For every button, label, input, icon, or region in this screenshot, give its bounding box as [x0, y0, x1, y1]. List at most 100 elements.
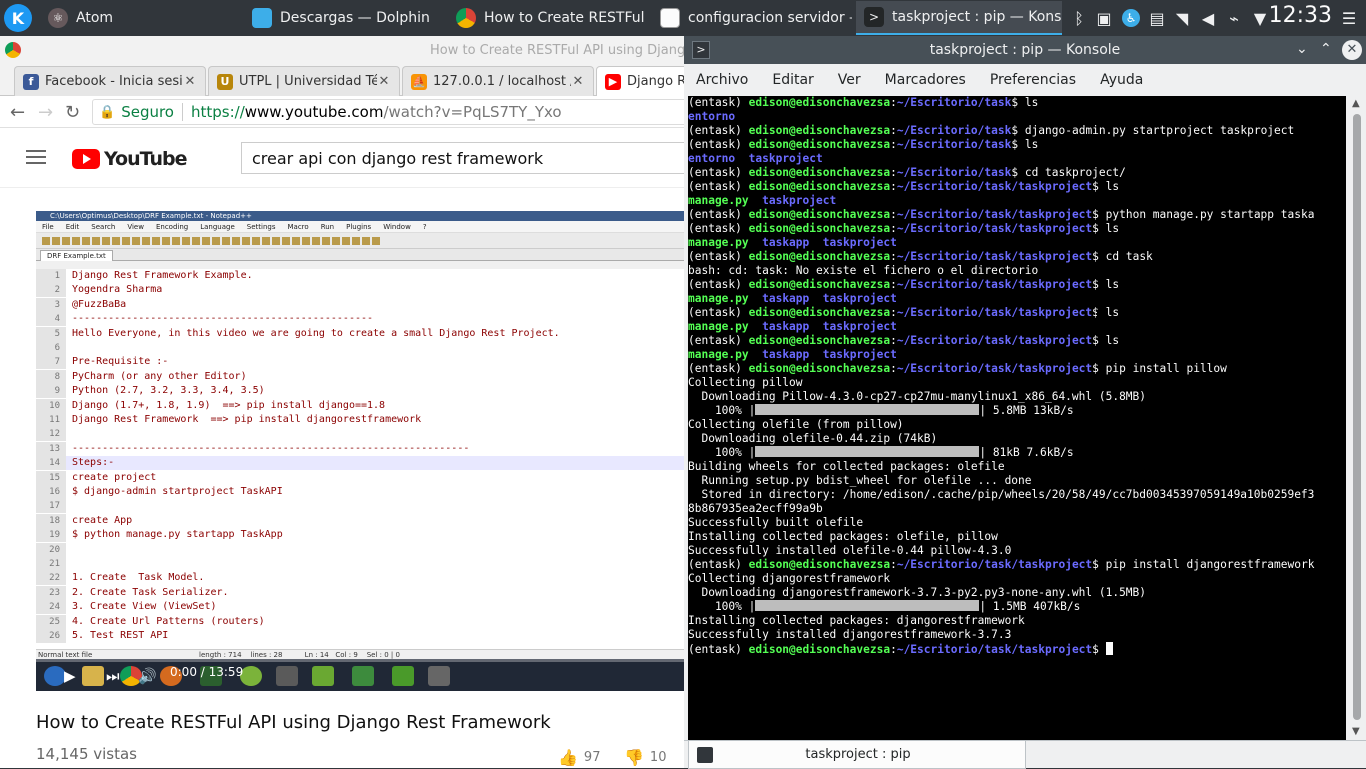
output-text: Downloading olefile-0.44.zip (74kB): [688, 432, 938, 445]
menu-item[interactable]: Archivo: [684, 72, 760, 88]
reload-icon[interactable]: ↻: [65, 102, 80, 123]
output-text: Installing collected packages: olefile, …: [688, 530, 998, 543]
npp-tab: DRF Example.txt: [40, 250, 113, 261]
clock[interactable]: 12:33: [1269, 3, 1332, 28]
close-icon[interactable]: ✕: [183, 74, 197, 89]
address-bar[interactable]: 🔒 Seguro https://www.youtube.com/watch?v…: [92, 99, 684, 125]
terminal-line: manage.py taskapp taskproject: [688, 292, 897, 306]
atom-icon: ⚛: [48, 8, 68, 28]
task-dolphin[interactable]: Descargas — Dolphin: [244, 1, 444, 35]
line-text: Python (2.7, 3.2, 3.3, 3.4, 3.5): [72, 385, 265, 397]
progress-bar: [755, 404, 980, 415]
line-text: PyCharm (or any other Editor): [72, 370, 247, 382]
task-atom[interactable]: ⚛ Atom: [40, 1, 240, 35]
terminal-line: Collecting djangorestframework: [688, 572, 890, 586]
scrollbar[interactable]: ▲ ▼: [1348, 96, 1366, 740]
minimize-icon[interactable]: ⌄: [1296, 41, 1308, 57]
line-number: 18: [36, 513, 66, 528]
tab-utpl[interactable]: U UTPL | Universidad Té ✕: [208, 66, 400, 96]
clipboard-icon[interactable]: ▤: [1148, 0, 1166, 36]
prompt-path: ~/Escritorio/task: [896, 96, 1012, 109]
task-konsole[interactable]: > taskproject : pip — Konsole: [856, 1, 1062, 35]
close-icon[interactable]: ✕: [377, 74, 391, 89]
prompt-user: edison@edisonchavezsa: [748, 306, 891, 319]
youtube-logo[interactable]: YouTube: [72, 148, 187, 170]
video-player[interactable]: C:\Users\Optimus\Desktop\DRF Example.txt…: [36, 211, 684, 691]
video-title: How to Create RESTFul API using Django R…: [36, 712, 551, 733]
dislike-button[interactable]: 👎 10: [624, 748, 666, 767]
chrome-icon: [5, 42, 21, 58]
play-icon[interactable]: ▶: [64, 667, 76, 685]
prompt-user: edison@edisonchavezsa: [748, 208, 891, 221]
terminal-line: (entask) edison@edisonchavezsa:~/Escrito…: [688, 334, 1120, 347]
panel-menu-icon[interactable]: ☰: [1338, 0, 1360, 36]
tray-expand-icon[interactable]: ▼: [1250, 0, 1270, 36]
code-line: 18 create App: [36, 513, 684, 528]
scrollbar-thumb[interactable]: [1353, 114, 1361, 720]
terminal-line: manage.py taskapp taskproject: [688, 320, 897, 334]
url-path: /watch?v=PqLS7TY_Yxo: [383, 103, 562, 121]
menu-item[interactable]: Editar: [760, 72, 825, 88]
accessibility-icon[interactable]: ♿: [1120, 0, 1142, 36]
chrome-window: How to Create RESTFul API using Django R…: [0, 36, 684, 768]
battery-icon[interactable]: ⌁: [1224, 0, 1244, 36]
app-icon: [352, 666, 374, 686]
prompt-env: (entask): [688, 96, 749, 109]
menu-item[interactable]: Preferencias: [978, 72, 1088, 88]
terminal-line: (entask) edison@edisonchavezsa:~/Escrito…: [688, 306, 1120, 319]
wifi-icon[interactable]: ◥: [1170, 0, 1194, 36]
youtube-play-icon: [72, 149, 100, 169]
menu-icon[interactable]: [26, 150, 46, 164]
video-progress[interactable]: [36, 659, 684, 662]
tab-facebook[interactable]: f Facebook - Inicia sesió ✕: [14, 66, 206, 96]
scroll-up-icon[interactable]: ▲: [1352, 98, 1360, 109]
prompt-user: edison@edisonchavezsa: [748, 250, 891, 263]
view-count: 14,145 vistas: [36, 745, 138, 763]
menu-item[interactable]: Ver: [826, 72, 873, 88]
command-text: [1099, 643, 1106, 656]
back-icon[interactable]: ←: [10, 102, 25, 123]
prompt-path: ~/Escritorio/task/taskproject: [896, 208, 1093, 221]
omnibar: ← → ↻ 🔒 Seguro https://www.youtube.com/w…: [0, 96, 684, 128]
prompt-env: (entask): [688, 334, 749, 347]
secure-label: Seguro: [121, 103, 174, 121]
line-number: 17: [36, 499, 66, 514]
prompt-env: (entask): [688, 124, 749, 137]
like-button[interactable]: 👍 97: [558, 748, 600, 767]
close-icon[interactable]: ✕: [571, 74, 585, 89]
kde-launcher-icon[interactable]: K: [4, 4, 32, 32]
close-icon[interactable]: ✕: [1342, 40, 1362, 60]
line-number: 4: [36, 312, 66, 327]
output-text: Collecting djangorestframework: [688, 572, 891, 585]
tab-phpmyadmin[interactable]: ⛵ 127.0.0.1 / localhost / l ✕: [402, 66, 594, 96]
prompt-path: ~/Escritorio/task: [896, 124, 1012, 137]
search-input[interactable]: [241, 142, 684, 174]
terminal-icon: [697, 746, 713, 763]
menu-item[interactable]: Ayuda: [1088, 72, 1155, 88]
prompt-env: (entask): [688, 306, 749, 319]
maximize-icon[interactable]: ⌃: [1320, 41, 1332, 57]
command-text: cd taskproject/: [1018, 166, 1126, 179]
terminal-output[interactable]: (entask) edison@edisonchavezsa:~/Escrito…: [688, 96, 1346, 740]
forward-icon[interactable]: →: [38, 102, 53, 123]
next-icon[interactable]: ⏭: [106, 667, 120, 685]
menu-item[interactable]: Marcadores: [873, 72, 978, 88]
task-chrome[interactable]: How to Create RESTFul AP...: [448, 1, 648, 35]
scroll-down-icon[interactable]: ▼: [1352, 726, 1360, 737]
task-label: configuracion servidor —...: [688, 10, 852, 26]
display-icon[interactable]: ▣: [1094, 0, 1114, 36]
line-text: Django Rest Framework ==> pip install dj…: [72, 414, 422, 425]
output-text: Downloading djangorestframework-3.7.3-py…: [688, 586, 1147, 599]
volume-icon[interactable]: 🔊: [138, 667, 157, 685]
task-editor[interactable]: configuracion servidor —...: [652, 1, 852, 35]
konsole-tab[interactable]: taskproject : pip: [688, 741, 1026, 769]
tab-youtube[interactable]: ▶ Django Re: [596, 66, 684, 96]
tab-label: Facebook - Inicia sesió: [45, 74, 183, 89]
volume-icon[interactable]: ◀: [1198, 0, 1218, 36]
bluetooth-icon[interactable]: ᛒ: [1070, 0, 1088, 36]
thumbs-up-icon: 👍: [558, 748, 578, 767]
code-line: 20: [36, 542, 684, 557]
